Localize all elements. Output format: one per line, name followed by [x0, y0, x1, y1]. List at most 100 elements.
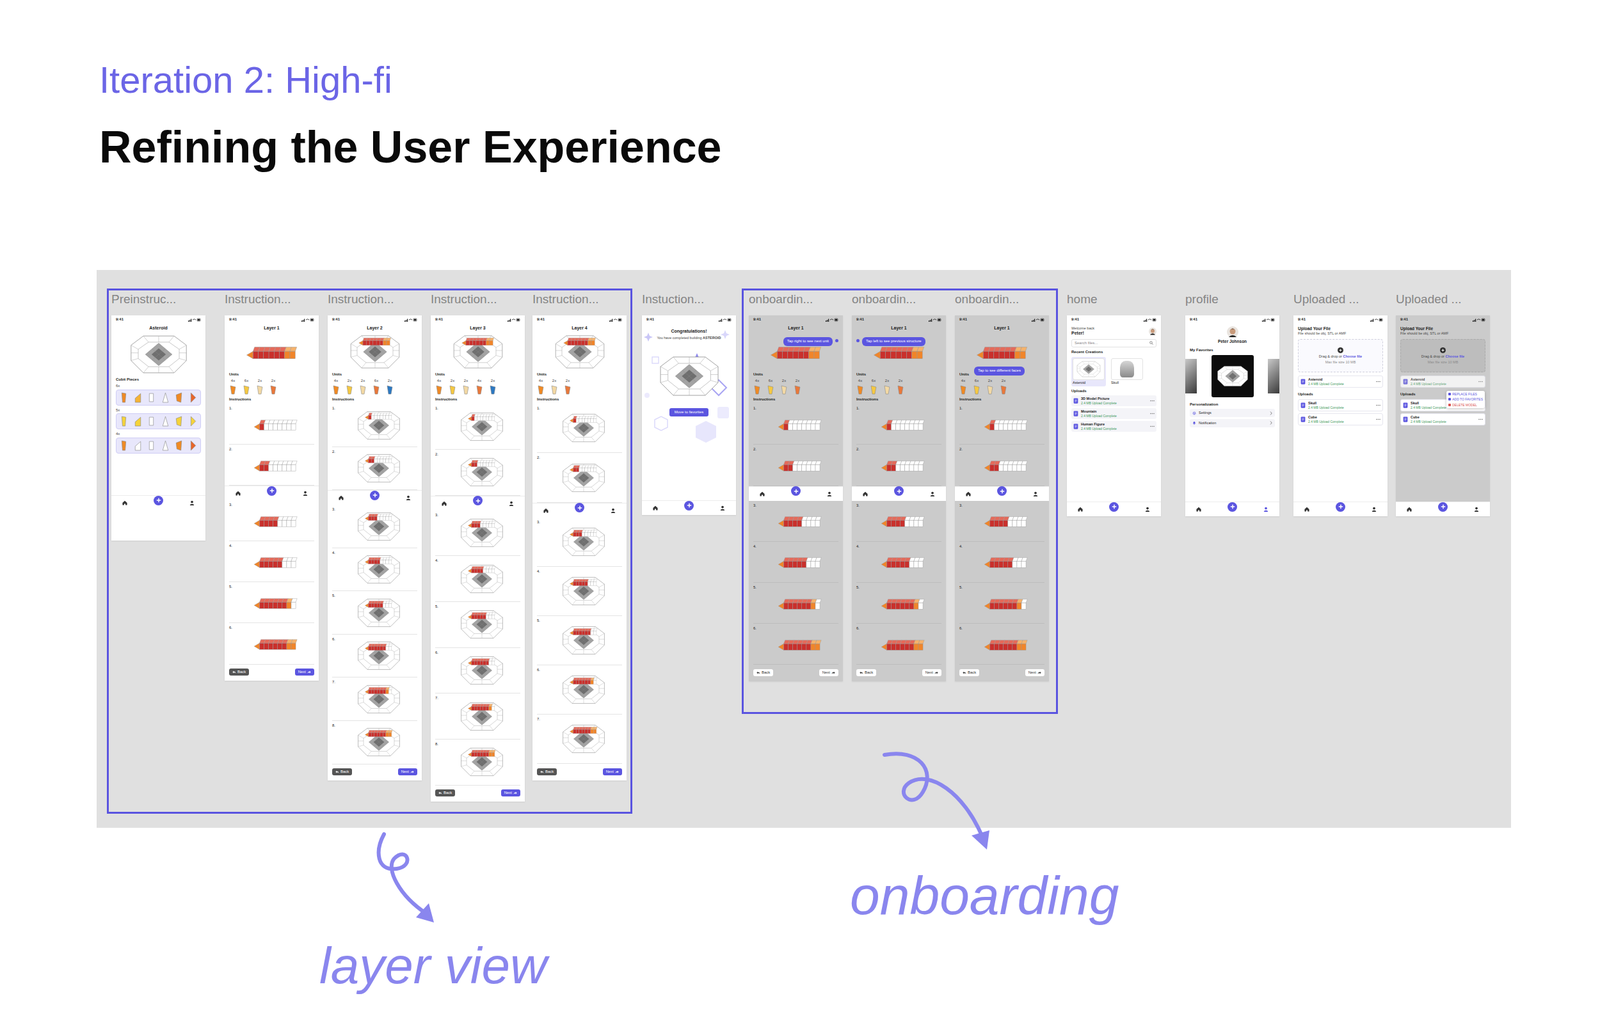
settings-row[interactable]: Settings — [1189, 408, 1275, 418]
back-button[interactable]: Back — [332, 768, 352, 777]
back-button[interactable]: Back — [229, 668, 249, 677]
add-button[interactable] — [894, 486, 904, 496]
more-icon[interactable] — [1376, 380, 1381, 383]
menu-item[interactable]: ADD TO FAVORITES — [1448, 397, 1483, 402]
unit[interactable]: 4x — [332, 378, 340, 395]
frame-label[interactable]: onboardin... — [748, 291, 845, 308]
unit[interactable]: 2x — [359, 378, 367, 395]
home-icon[interactable] — [652, 504, 659, 512]
back-button[interactable]: Back — [536, 768, 557, 777]
add-button[interactable] — [791, 486, 801, 496]
next-button[interactable]: Next — [819, 669, 839, 678]
add-button[interactable] — [684, 501, 694, 511]
favorite-photo[interactable] — [1267, 359, 1280, 394]
unit[interactable]: 2x — [256, 378, 264, 395]
more-icon[interactable] — [1150, 412, 1155, 415]
add-button[interactable] — [153, 496, 164, 506]
add-button[interactable] — [1335, 502, 1346, 512]
drop-zone[interactable]: Drag & drop or Choose file Max file size… — [1400, 339, 1486, 373]
phone-frame[interactable]: 9:41 Layer 1 Units 4x 6x 2x 2x Instructi… — [851, 315, 946, 682]
phone-frame[interactable]: 9:41 Layer 3 Units 4x 2x 2x 4x 2x Instru… — [430, 315, 525, 802]
unit[interactable]: 2x — [563, 378, 572, 395]
home-icon[interactable] — [759, 490, 766, 498]
phone-frame[interactable]: 9:41 Layer 1 Units 4x 6x 2x 2x Instructi… — [748, 315, 843, 682]
unit[interactable]: 2x — [793, 378, 802, 395]
next-button[interactable]: Next — [295, 668, 315, 677]
home-icon[interactable] — [234, 490, 242, 497]
next-button[interactable]: Next — [602, 768, 623, 777]
profile-icon[interactable] — [826, 490, 833, 498]
phone-frame[interactable]: 9:41 Layer 2 Units 4x 2x 2x 6x 2x Instru… — [327, 315, 422, 781]
more-icon[interactable] — [1150, 425, 1155, 428]
next-button[interactable]: Next — [922, 669, 942, 678]
menu-item[interactable]: DELETE MODEL — [1448, 403, 1483, 408]
frame-label[interactable]: onboardin... — [954, 291, 1051, 308]
home-icon[interactable] — [121, 499, 128, 507]
phone-frame[interactable]: 9:41 Peter Johnson My Favorites Personal… — [1185, 315, 1280, 517]
frame-label[interactable]: Uploaded ... — [1293, 291, 1390, 308]
choose-file-link[interactable]: Choose file — [1445, 354, 1465, 359]
back-button[interactable]: Back — [435, 789, 456, 798]
more-icon[interactable] — [1150, 400, 1155, 402]
unit[interactable]: 6x — [242, 378, 251, 395]
back-button[interactable]: Back — [959, 669, 980, 678]
settings-row[interactable]: Notification — [1189, 419, 1275, 428]
add-button[interactable] — [997, 486, 1007, 496]
upload-add-button[interactable] — [1337, 347, 1344, 354]
favorite-model[interactable] — [1211, 355, 1254, 398]
onboarding-tooltip[interactable]: Tap to see different faces — [974, 366, 1025, 376]
unit[interactable]: 4x — [856, 378, 864, 395]
frame-label[interactable]: Instuction... — [641, 291, 738, 308]
current-upload-row[interactable]: Asteroid 2.4 MB Upload Complete — [1400, 375, 1486, 388]
phone-frame[interactable]: 9:41 Layer 1 Units 4x 6x 2x 2x Instructi… — [224, 315, 319, 681]
profile-icon[interactable] — [508, 500, 515, 507]
profile-icon[interactable] — [188, 499, 196, 507]
frame-label[interactable]: onboardin... — [851, 291, 948, 308]
home-icon[interactable] — [440, 500, 448, 507]
home-icon[interactable] — [1303, 506, 1311, 513]
unit[interactable]: 6x — [372, 378, 381, 395]
piece-group[interactable] — [115, 437, 201, 454]
profile-icon[interactable] — [302, 490, 309, 497]
unit[interactable]: 2x — [986, 378, 994, 395]
phone-frame[interactable]: 9:41 Upload Your File File should be obj… — [1395, 315, 1490, 517]
more-icon[interactable] — [1478, 418, 1483, 421]
frame-label[interactable]: Preinstruc... — [111, 291, 208, 308]
onboarding-tooltip[interactable]: Tap left to see previous structure — [862, 337, 926, 347]
frame-label[interactable]: Uploaded ... — [1395, 291, 1492, 308]
phone-frame[interactable]: 9:41 Congratulations! You have completed… — [641, 315, 736, 516]
add-button[interactable] — [369, 490, 380, 501]
frame-label[interactable]: Instruction... — [430, 291, 527, 308]
unit[interactable]: 2x — [780, 378, 788, 395]
home-icon[interactable] — [542, 507, 550, 514]
unit[interactable]: 2x — [448, 378, 457, 395]
unit[interactable]: 2x — [550, 378, 559, 395]
unit[interactable]: 2x — [488, 378, 497, 395]
menu-item[interactable]: REPLACE FILES — [1448, 392, 1483, 397]
phone-frame[interactable]: 9:41 Welcome back Peter! Search files...… — [1066, 315, 1161, 517]
drop-zone[interactable]: Drag & drop or Choose file Max file size… — [1297, 339, 1384, 373]
profile-icon[interactable] — [405, 494, 412, 502]
more-icon[interactable] — [1376, 418, 1381, 421]
profile-icon[interactable] — [719, 504, 726, 512]
more-icon[interactable] — [1376, 404, 1381, 407]
unit[interactable]: 2x — [999, 378, 1008, 395]
move-to-favorites-button[interactable]: Move to favorites — [669, 408, 710, 418]
unit[interactable]: 6x — [972, 378, 981, 395]
frame-label[interactable]: Instruction... — [532, 291, 629, 308]
profile-icon[interactable] — [1032, 490, 1039, 498]
phone-frame[interactable]: 9:41 Asteroid Cubit Pieces 6x 5x 4x — [111, 315, 206, 541]
favorite-photo[interactable] — [1185, 359, 1197, 394]
home-icon[interactable] — [1406, 506, 1413, 513]
next-button[interactable]: Next — [1025, 669, 1045, 678]
piece-group[interactable] — [115, 413, 201, 430]
recent-card[interactable]: Asteroid — [1071, 357, 1106, 387]
profile-icon[interactable] — [929, 490, 936, 498]
frame-label[interactable]: Instruction... — [327, 291, 424, 308]
unit[interactable]: 4x — [536, 378, 545, 395]
frame-label[interactable]: Instruction... — [224, 291, 321, 308]
unit[interactable]: 2x — [896, 378, 905, 395]
add-button[interactable] — [472, 496, 483, 506]
home-icon[interactable] — [337, 494, 345, 502]
current-upload-row[interactable]: Asteroid 2.4 MB Upload Complete — [1297, 375, 1384, 388]
